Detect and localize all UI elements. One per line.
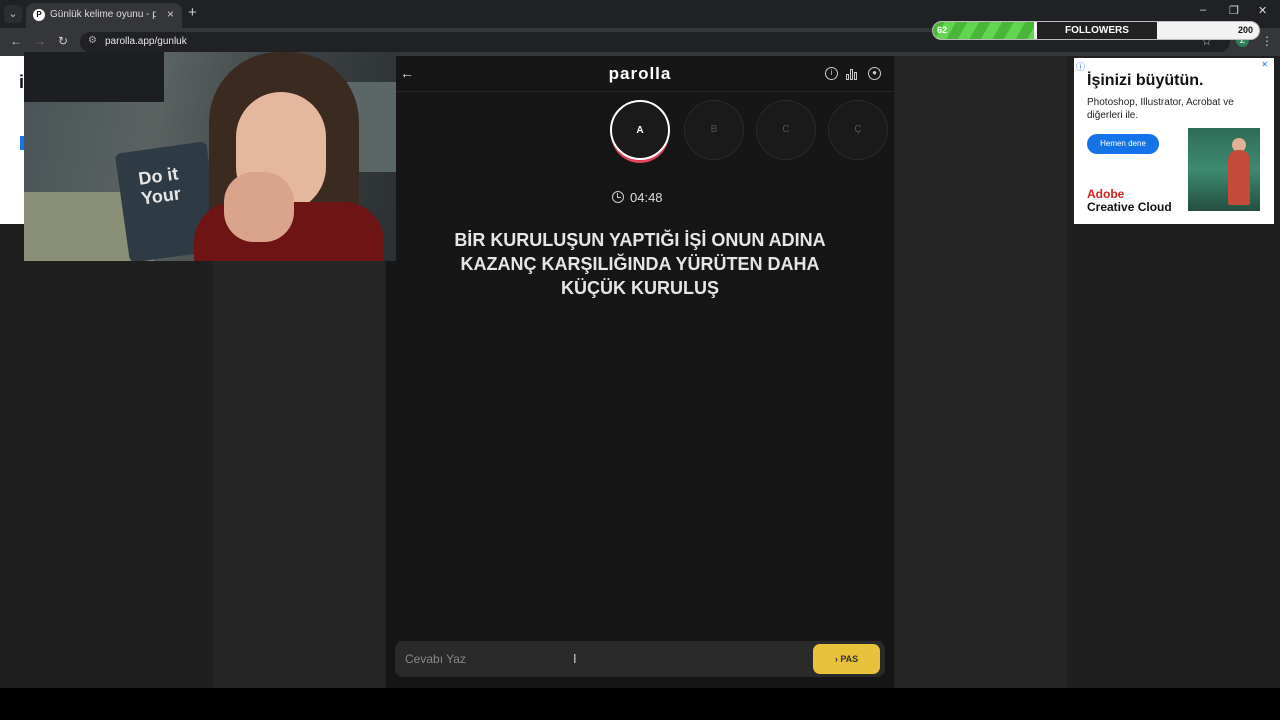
pass-button[interactable]: › PAS <box>813 644 880 674</box>
parolla-logo[interactable]: parolla <box>396 64 884 84</box>
browser-menu-icon[interactable]: ⋮ <box>1261 34 1273 48</box>
webcam-overlay: Do it Your <box>24 52 396 261</box>
url-text[interactable]: parolla.app/gunluk <box>105 36 187 47</box>
letter-c[interactable]: C <box>756 100 816 160</box>
pass-label: PAS <box>840 654 859 664</box>
restore-icon[interactable]: ❐ <box>1229 4 1239 17</box>
text-cursor-icon: I <box>573 651 577 666</box>
site-info-icon[interactable]: ⚙ <box>88 35 97 46</box>
question-text: BİR KURULUŞUN YAPTIĞI İŞİ ONUN ADINA KAZ… <box>454 230 826 298</box>
ad-info-icon[interactable]: ⓘ <box>1076 60 1085 73</box>
stats-icon[interactable] <box>846 68 859 80</box>
goal-label: FOLLOWERS <box>1065 25 1129 36</box>
right-ad[interactable]: ⓘ ✕ İşinizi büyütün. Photoshop, Illustra… <box>1074 58 1274 224</box>
ad-close-icon[interactable]: ✕ <box>1261 60 1268 69</box>
goal-current: 62 <box>937 25 948 35</box>
browser-tab[interactable]: P Günlük kelime oyunu - parolla × <box>26 3 182 28</box>
info-icon[interactable]: i <box>825 67 838 80</box>
cam-pillow-text: Do it Your <box>137 163 182 209</box>
tab-search-icon[interactable]: ⌄ <box>4 5 22 23</box>
goal-target: 200 <box>1237 25 1253 35</box>
taskbar-strip <box>0 688 1280 720</box>
ad-brand-line2: Creative Cloud <box>1087 200 1172 214</box>
parolla-favicon-icon: P <box>33 9 45 21</box>
ad-cta-button[interactable]: Hemen dene <box>1087 134 1159 154</box>
tab-close-icon[interactable]: × <box>167 7 174 21</box>
back-icon[interactable]: ← <box>10 34 22 48</box>
answer-bar: I › PAS <box>395 641 885 677</box>
letter-a[interactable]: A <box>610 100 670 160</box>
letter-b[interactable]: B <box>684 100 744 160</box>
left-ad[interactable]: i <box>0 56 26 224</box>
ad-headline: İşinizi büyütün. <box>1087 72 1204 89</box>
timer: 04:48 <box>612 190 663 205</box>
new-tab-icon[interactable]: + <box>188 5 197 21</box>
ad-brand: Adobe Creative Cloud <box>1087 188 1172 214</box>
close-window-icon[interactable]: ✕ <box>1258 4 1267 17</box>
minimize-icon[interactable]: – <box>1200 4 1206 16</box>
ad-photo <box>1188 128 1260 211</box>
cam-hand <box>224 172 294 242</box>
screen: ⌄ P Günlük kelime oyunu - parolla × + – … <box>0 0 1280 720</box>
cam-poster <box>24 52 164 102</box>
forward-icon[interactable]: → <box>34 34 46 48</box>
clock-icon <box>612 191 624 203</box>
letter-c-cedilla[interactable]: Ç <box>828 100 888 160</box>
reload-icon[interactable]: ↻ <box>58 34 68 48</box>
followers-goal-bar: 62 FOLLOWERS 200 <box>932 21 1260 40</box>
profile-icon[interactable]: ● <box>868 67 881 80</box>
goal-progress-fill <box>933 22 1035 39</box>
answer-input[interactable] <box>405 649 785 669</box>
app-header: ← parolla i ● <box>396 56 895 92</box>
tab-title: Günlük kelime oyunu - parolla <box>50 9 156 20</box>
right-gutter <box>895 56 1067 688</box>
timer-value: 04:48 <box>630 190 663 205</box>
ad-body: Photoshop, Illustrator, Acrobat ve diğer… <box>1087 97 1234 121</box>
